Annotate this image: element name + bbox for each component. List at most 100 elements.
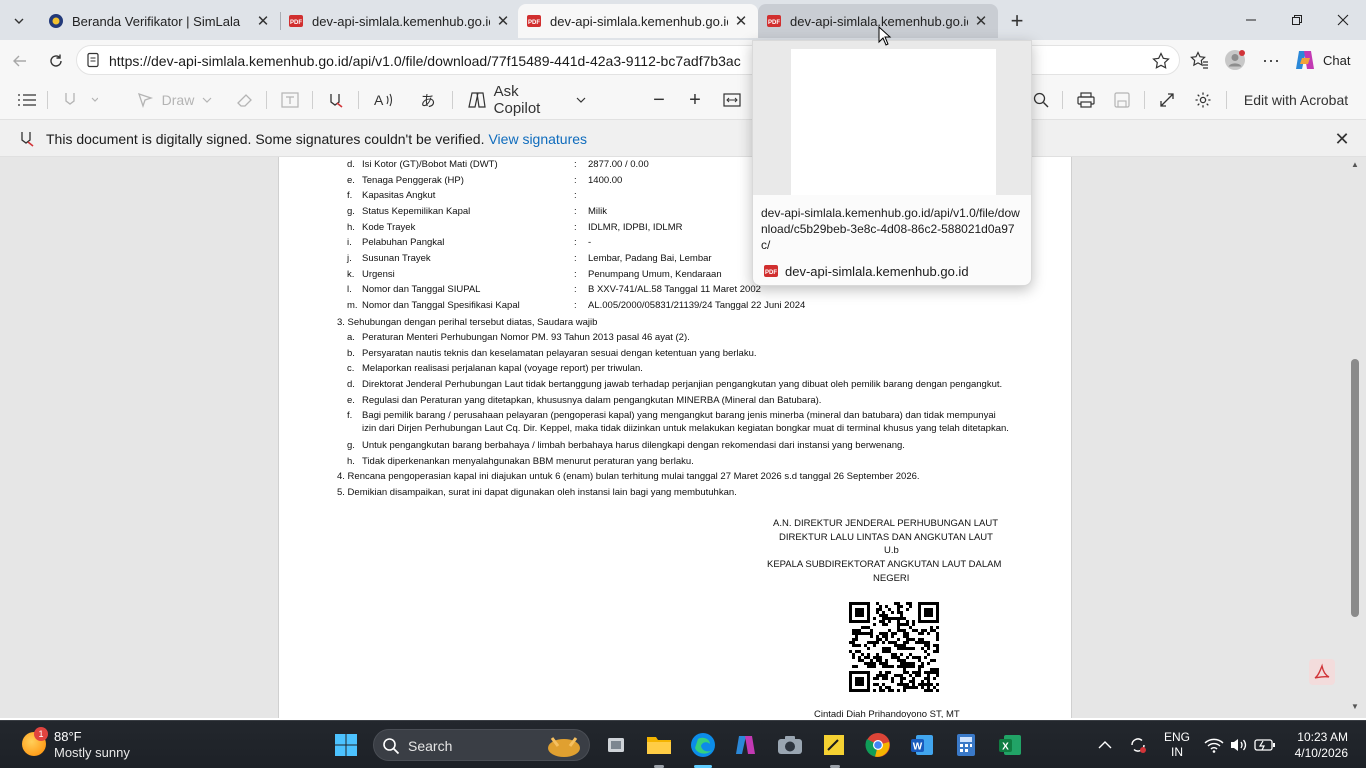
vessel-detail-letter: e. [347,175,355,186]
camera-app-icon[interactable] [774,729,806,761]
refresh-icon[interactable] [42,47,70,75]
close-window-icon[interactable] [1320,6,1366,34]
obligation-letter: e. [347,395,355,406]
vessel-detail-colon: : [574,206,577,217]
signature-info-bar: This document is digitally signed. Some … [0,120,1366,157]
task-view-icon[interactable] [600,729,632,761]
svg-text:PDF: PDF [765,270,777,276]
obligation-text: Tidak diperkenankan menyalahgunakan BBM … [362,456,694,467]
zoom-out-icon[interactable]: − [648,88,670,112]
profile-avatar-icon[interactable] [1222,48,1248,72]
tab-title: Beranda Verifikator | SimLala [72,13,241,29]
pdf-file-icon: PDF [289,15,303,27]
wifi-icon[interactable] [1204,721,1224,768]
signature-warning-icon [21,132,34,147]
acrobat-logo-icon[interactable] [1309,659,1335,685]
clock[interactable]: 10:23 AM 4/10/2026 [1290,721,1348,768]
scroll-down-arrow-icon[interactable]: ▼ [1351,703,1359,711]
fit-width-icon[interactable] [720,88,744,112]
language-indicator[interactable]: ENG IN [1160,721,1194,768]
back-arrow-icon[interactable] [6,47,34,75]
chrome-icon[interactable] [862,729,894,761]
ask-copilot-button[interactable]: Ask Copilot [466,83,586,117]
taskbar: 1 88°F Mostly sunny Search W X ENG IN 10… [0,720,1366,768]
start-windows-icon[interactable] [330,729,362,761]
obligation-text: Melaporkan realisasi perjalanan kapal (v… [362,363,643,374]
new-tab-plus-icon[interactable]: + [1004,8,1030,34]
word-icon[interactable]: W [906,729,938,761]
file-page-icon[interactable] [85,52,101,68]
draw-label: Draw [161,92,195,108]
sync-status-icon[interactable] [1128,721,1148,768]
minimize-icon[interactable] [1228,6,1274,34]
copilot-outline-icon [468,92,486,108]
vessel-detail-value: B XXV-741/AL.58 Tanggal 11 Maret 2002 [588,284,761,295]
read-aloud-icon[interactable]: A [372,88,396,112]
edge-browser-icon[interactable] [687,729,719,761]
pdf-file-icon: PDF [764,265,778,277]
more-options-icon[interactable]: ··· [1258,48,1284,72]
obligation-letter: b. [347,348,355,359]
favorite-star-icon[interactable] [1151,51,1171,71]
mouse-pointer-icon [878,26,892,46]
eraser-icon[interactable] [232,88,256,112]
vessel-detail-label: Status Kepemilikan Kapal [362,206,471,217]
highlight-icon[interactable] [58,88,102,112]
tab-simlala[interactable]: Beranda Verifikator | SimLala ✕ [40,4,280,38]
tab-close-icon[interactable]: ✕ [732,12,750,30]
weather-widget[interactable]: 1 88°F Mostly sunny [18,727,158,763]
tab-close-icon[interactable]: ✕ [972,12,990,30]
settings-gear-icon[interactable] [1192,88,1214,112]
draw-tool[interactable]: Draw [126,88,222,112]
tab-hover-card: dev-api-simlala.kemenhub.go.id/api/v1.0/… [752,40,1032,286]
vessel-detail-letter: j. [347,253,352,264]
close-infobar-icon[interactable]: ✕ [1332,129,1352,149]
contents-list-icon[interactable] [16,88,38,112]
chat-label: Chat [1323,52,1351,68]
battery-icon[interactable] [1254,721,1276,768]
vertical-scrollbar[interactable]: ▲ ▼ [1348,157,1362,718]
vessel-detail-label: Pelabuhan Pangkal [362,237,445,248]
excel-icon[interactable]: X [994,729,1026,761]
fullscreen-expand-icon[interactable] [1156,88,1178,112]
vessel-detail-colon: : [574,269,577,280]
tab-title: dev-api-simlala.kemenhub.go.id/api/v1.0/… [312,13,490,29]
signature-line-2: DIREKTUR LALU LINTAS DAN ANGKUTAN LAUT [779,532,993,543]
pdf-toolbar: Draw A あ Ask Copilot − + Edit with Acrob… [0,80,1366,120]
favorites-icon[interactable] [1186,48,1212,72]
view-signatures-link[interactable]: View signatures [488,131,587,147]
scrollbar-thumb[interactable] [1351,359,1359,617]
text-box-icon[interactable] [278,88,302,112]
signature-icon[interactable] [324,88,348,112]
show-hidden-icons-chevron-icon[interactable] [1098,721,1112,768]
vessel-detail-label: Nomor dan Tanggal Spesifikasi Kapal [362,300,520,311]
save-icon[interactable] [1110,88,1134,112]
tab-close-icon[interactable]: ✕ [494,12,512,30]
zoom-in-icon[interactable]: + [684,88,706,112]
tab-close-icon[interactable]: ✕ [254,12,272,30]
copilot-chat-button[interactable]: Chat [1293,47,1350,73]
translate-icon[interactable]: あ [416,88,440,112]
file-explorer-icon[interactable] [643,729,675,761]
sticky-notes-icon[interactable] [818,729,850,761]
scroll-up-arrow-icon[interactable]: ▲ [1351,161,1359,169]
restore-icon[interactable] [1274,6,1320,34]
tab-pdf-1[interactable]: PDF dev-api-simlala.kemenhub.go.id/api/v… [280,4,520,38]
signature-line-5: NEGERI [873,573,910,584]
signatory-name: Cintadi Diah Prihandoyono ST, MT [814,709,960,718]
volume-icon[interactable] [1229,721,1249,768]
find-search-icon[interactable] [1030,88,1052,112]
calculator-icon[interactable] [950,729,982,761]
copilot-app-icon[interactable] [730,729,762,761]
url-text[interactable]: https://dev-api-simlala.kemenhub.go.id/a… [109,53,789,69]
print-icon[interactable] [1074,88,1098,112]
tab-pdf-active[interactable]: PDF dev-api-simlala.kemenhub.go.id/api/v… [518,4,758,38]
vessel-detail-colon: : [574,300,577,311]
taskbar-search[interactable]: Search [373,729,590,761]
tab-actions-chevron-icon[interactable] [6,8,32,34]
ask-copilot-label: Ask Copilot [493,83,541,117]
obligation-text: Regulasi dan Peraturan yang ditetapkan, … [362,395,822,406]
vessel-detail-letter: i. [347,237,352,248]
edit-with-acrobat-button[interactable]: Edit with Acrobat [1240,88,1352,112]
tab-strip: Beranda Verifikator | SimLala ✕ PDF dev-… [0,0,1366,40]
